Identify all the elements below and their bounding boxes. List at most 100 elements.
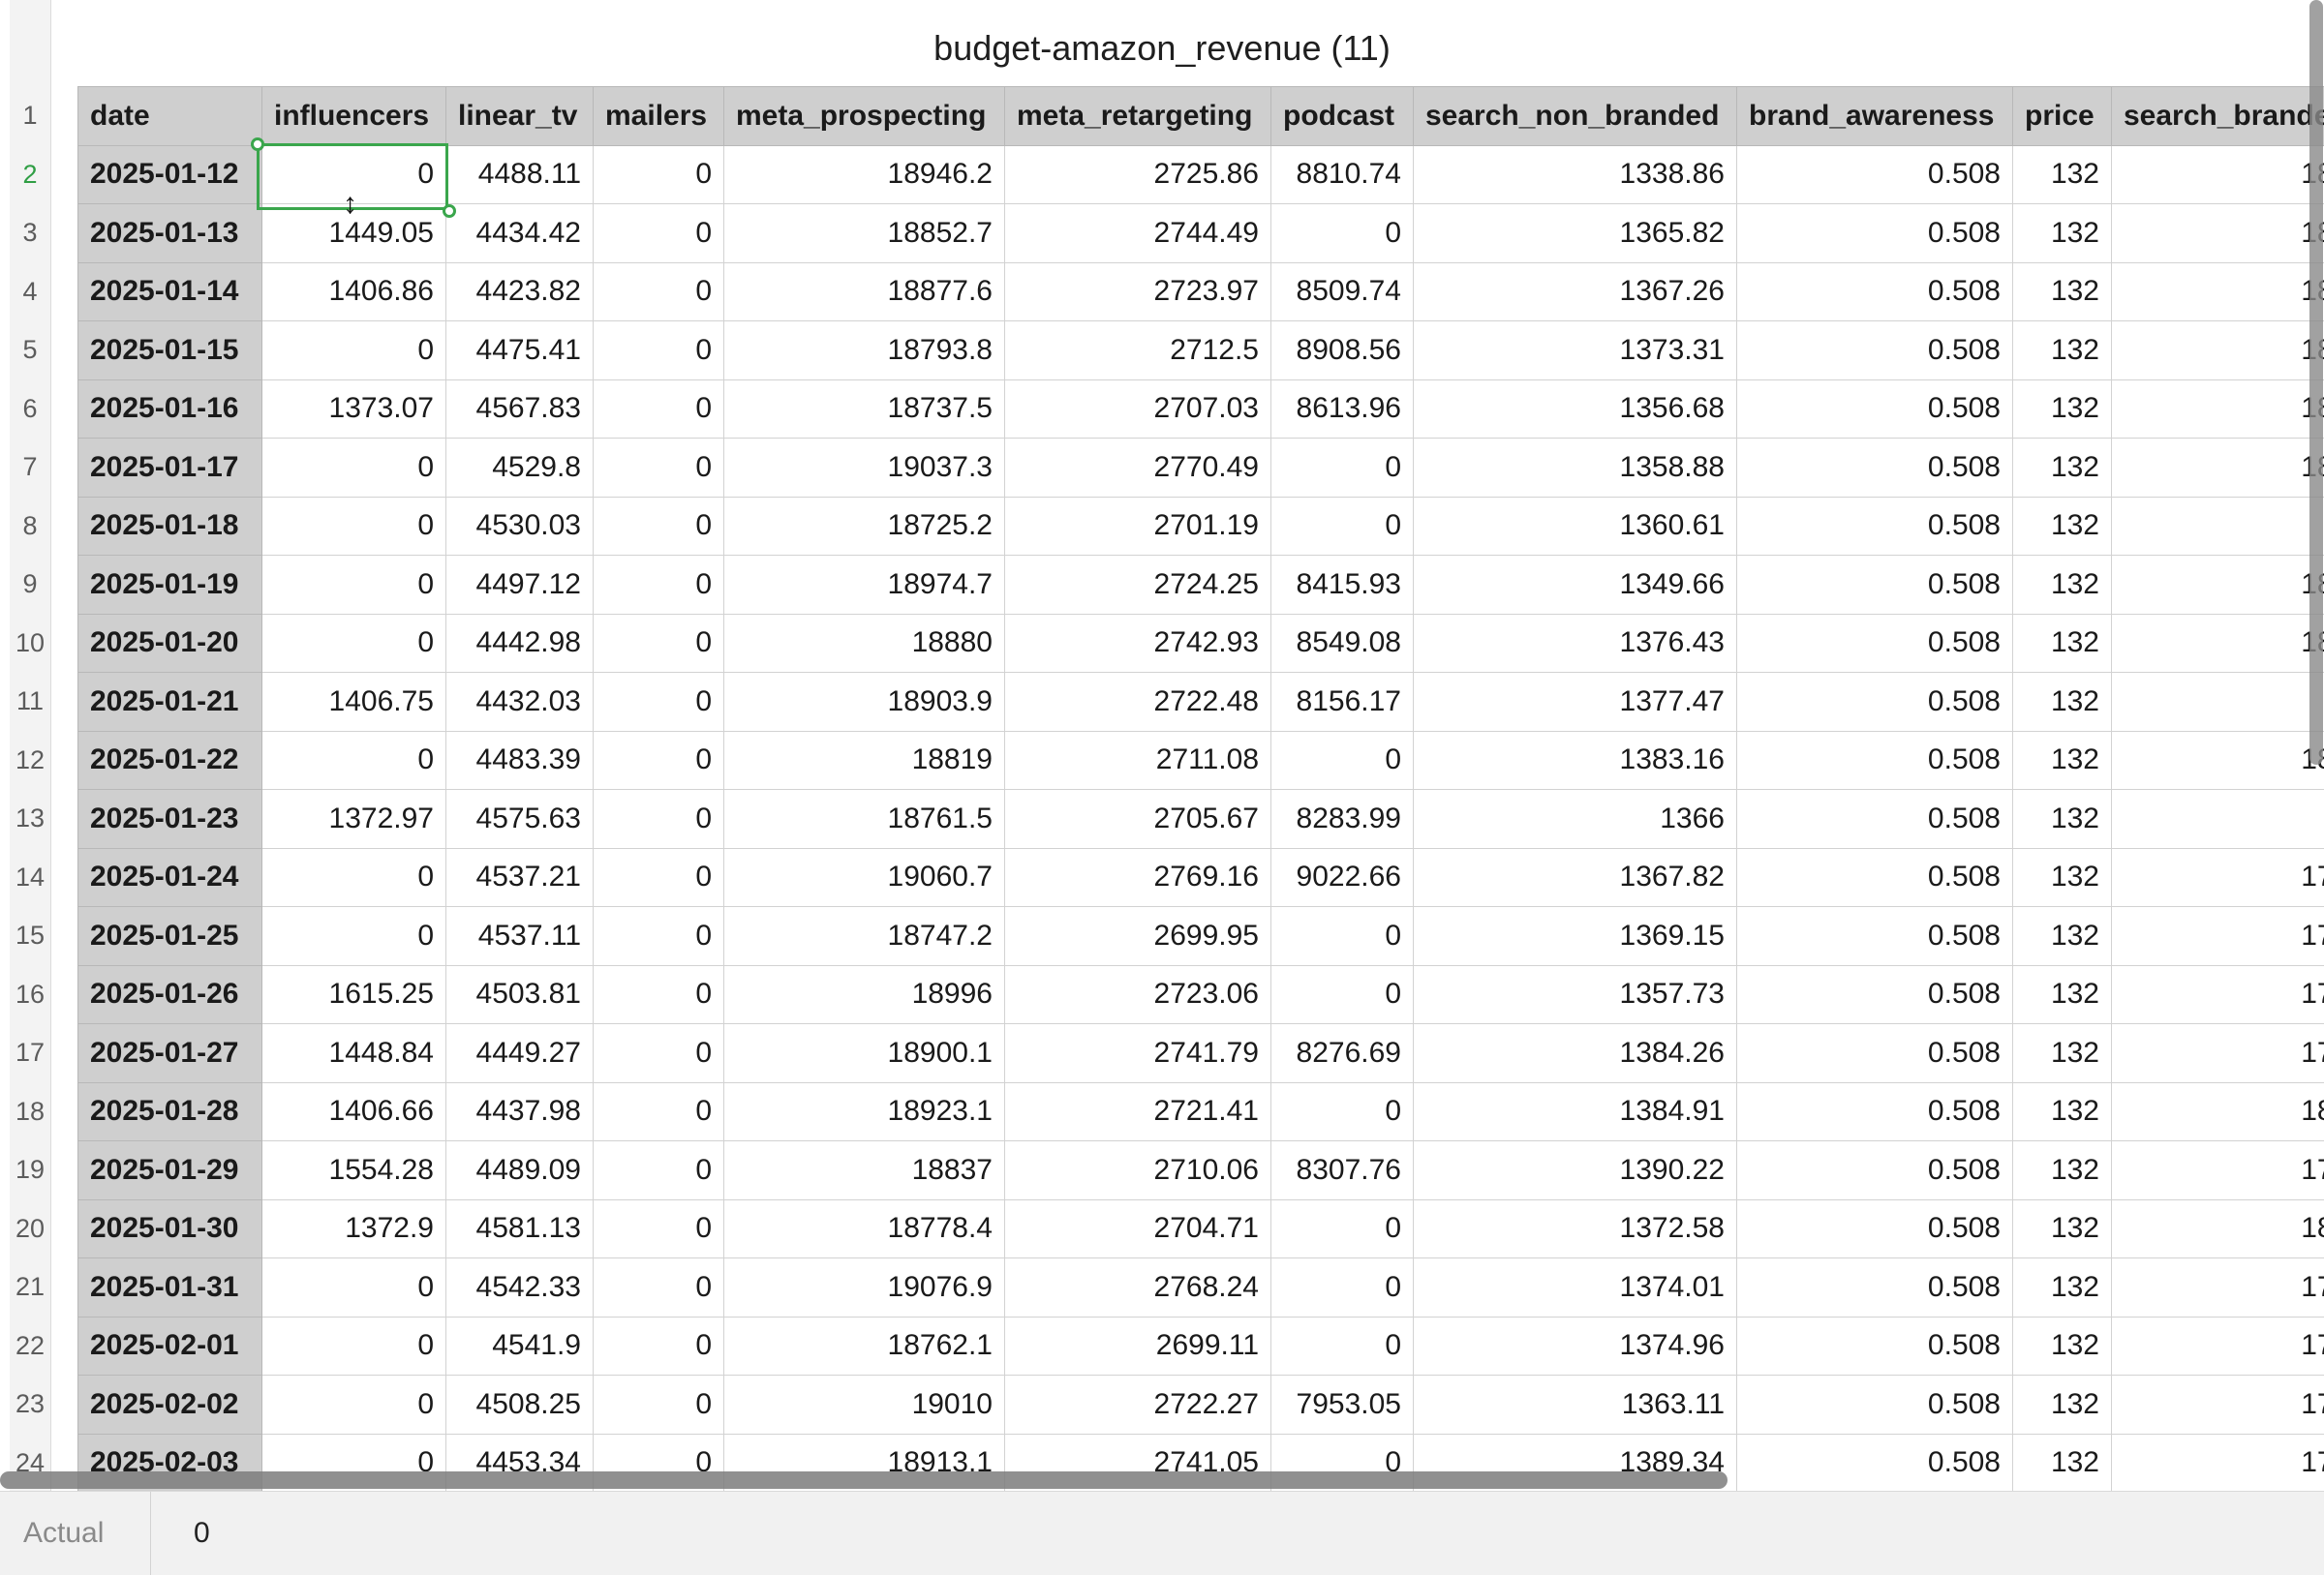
data-cell[interactable]: 2744.49 bbox=[1005, 204, 1271, 263]
column-header[interactable]: search_non_branded bbox=[1414, 87, 1737, 146]
data-cell[interactable]: 0 bbox=[262, 497, 446, 556]
data-cell[interactable]: 2704.71 bbox=[1005, 1199, 1271, 1258]
data-cell[interactable]: 18996 bbox=[724, 965, 1005, 1024]
data-cell[interactable]: 0.508 bbox=[1737, 965, 2013, 1024]
data-cell[interactable]: 0 bbox=[594, 204, 724, 263]
date-cell[interactable]: 2025-01-13 bbox=[78, 204, 262, 263]
data-cell[interactable]: 4537.11 bbox=[446, 907, 594, 966]
data-cell[interactable]: 0 bbox=[262, 556, 446, 615]
row-number[interactable]: 20 bbox=[10, 1199, 50, 1258]
data-cell[interactable]: 0 bbox=[1271, 1082, 1414, 1141]
data-cell[interactable]: 132 bbox=[2013, 1141, 2112, 1200]
data-cell[interactable]: 2770.49 bbox=[1005, 439, 1271, 498]
data-cell[interactable]: 132 bbox=[2013, 439, 2112, 498]
data-cell[interactable]: 1803.1 bbox=[2112, 1199, 2324, 1258]
data-cell[interactable]: 132 bbox=[2013, 965, 2112, 1024]
data-cell[interactable]: 1357.73 bbox=[1414, 965, 1737, 1024]
column-header[interactable]: brand_awareness bbox=[1737, 87, 2013, 146]
data-cell[interactable]: 1822.6 bbox=[2112, 379, 2324, 439]
data-cell[interactable]: 0 bbox=[594, 1317, 724, 1376]
data-cell[interactable]: 19037.3 bbox=[724, 439, 1005, 498]
data-cell[interactable]: 1406.86 bbox=[262, 262, 446, 321]
column-header[interactable]: meta_retargeting bbox=[1005, 87, 1271, 146]
data-cell[interactable]: 1384.91 bbox=[1414, 1082, 1737, 1141]
data-cell[interactable]: 132 bbox=[2013, 1258, 2112, 1318]
date-cell[interactable]: 2025-01-31 bbox=[78, 1258, 262, 1318]
row-number[interactable]: 5 bbox=[10, 320, 50, 379]
date-cell[interactable]: 2025-01-26 bbox=[78, 965, 262, 1024]
data-cell[interactable]: 0.508 bbox=[1737, 673, 2013, 732]
data-cell[interactable]: 4529.8 bbox=[446, 439, 594, 498]
data-cell[interactable]: 1374.96 bbox=[1414, 1317, 1737, 1376]
data-cell[interactable]: 8613.96 bbox=[1271, 379, 1414, 439]
data-cell[interactable]: 1448.84 bbox=[262, 1024, 446, 1083]
data-cell[interactable]: 1795.0 bbox=[2112, 1024, 2324, 1083]
data-cell[interactable]: 18761.5 bbox=[724, 790, 1005, 849]
data-cell[interactable]: 1804.4 bbox=[2112, 614, 2324, 673]
data-cell[interactable]: 1807.5 bbox=[2112, 1082, 2324, 1141]
data-cell[interactable]: 4449.27 bbox=[446, 1024, 594, 1083]
data-cell[interactable]: 0 bbox=[594, 497, 724, 556]
data-cell[interactable]: 4423.82 bbox=[446, 262, 594, 321]
spreadsheet-grid[interactable]: dateinfluencerslinear_tvmailersmeta_pros… bbox=[77, 86, 2324, 1491]
data-cell[interactable]: 18900.1 bbox=[724, 1024, 1005, 1083]
data-cell[interactable]: 0.508 bbox=[1737, 790, 2013, 849]
column-header[interactable]: meta_prospecting bbox=[724, 87, 1005, 146]
row-number[interactable]: 16 bbox=[10, 965, 50, 1024]
data-cell[interactable]: 2742.93 bbox=[1005, 614, 1271, 673]
column-header[interactable]: date bbox=[78, 87, 262, 146]
data-cell[interactable]: 0 bbox=[1271, 907, 1414, 966]
data-cell[interactable]: 18877.6 bbox=[724, 262, 1005, 321]
data-cell[interactable]: 0 bbox=[1271, 731, 1414, 790]
row-number[interactable]: 2 bbox=[10, 145, 50, 204]
data-cell[interactable]: 1349.66 bbox=[1414, 556, 1737, 615]
row-number[interactable]: 23 bbox=[10, 1375, 50, 1434]
date-cell[interactable]: 2025-01-27 bbox=[78, 1024, 262, 1083]
data-cell[interactable]: 2721.41 bbox=[1005, 1082, 1271, 1141]
data-cell[interactable]: 132 bbox=[2013, 731, 2112, 790]
data-cell[interactable]: 18974.7 bbox=[724, 556, 1005, 615]
date-cell[interactable]: 2025-01-16 bbox=[78, 379, 262, 439]
row-number[interactable]: 10 bbox=[10, 614, 50, 673]
data-cell[interactable]: 1360.61 bbox=[1414, 497, 1737, 556]
data-cell[interactable]: 0.508 bbox=[1737, 1082, 2013, 1141]
data-cell[interactable]: 2722.27 bbox=[1005, 1376, 1271, 1435]
row-number[interactable]: 8 bbox=[10, 497, 50, 556]
data-cell[interactable]: 0 bbox=[594, 1024, 724, 1083]
date-cell[interactable]: 2025-01-17 bbox=[78, 439, 262, 498]
data-cell[interactable]: 1383.16 bbox=[1414, 731, 1737, 790]
data-cell[interactable]: 2769.16 bbox=[1005, 848, 1271, 907]
data-cell[interactable]: 0 bbox=[262, 907, 446, 966]
data-cell[interactable]: 0.508 bbox=[1737, 262, 2013, 321]
data-cell[interactable]: 0 bbox=[1271, 497, 1414, 556]
row-number[interactable]: 18 bbox=[10, 1082, 50, 1141]
data-cell[interactable]: 0.508 bbox=[1737, 556, 2013, 615]
data-cell[interactable]: 0 bbox=[262, 439, 446, 498]
data-cell[interactable]: 2699.11 bbox=[1005, 1317, 1271, 1376]
data-cell[interactable]: 4530.03 bbox=[446, 497, 594, 556]
data-cell[interactable]: 2712.5 bbox=[1005, 321, 1271, 380]
data-cell[interactable]: 19076.9 bbox=[724, 1258, 1005, 1318]
data-cell[interactable]: 1366 bbox=[1414, 790, 1737, 849]
data-cell[interactable]: 0 bbox=[594, 379, 724, 439]
data-cell[interactable]: 4432.03 bbox=[446, 673, 594, 732]
date-cell[interactable]: 2025-01-25 bbox=[78, 907, 262, 966]
data-cell[interactable]: 1358.88 bbox=[1414, 439, 1737, 498]
data-cell[interactable]: 0 bbox=[594, 321, 724, 380]
data-cell[interactable]: 0 bbox=[1271, 439, 1414, 498]
data-cell[interactable]: 132 bbox=[2013, 907, 2112, 966]
column-header[interactable]: price bbox=[2013, 87, 2112, 146]
data-cell[interactable]: 1406.75 bbox=[262, 673, 446, 732]
data-cell[interactable]: 0.508 bbox=[1737, 1199, 2013, 1258]
data-cell[interactable]: 132 bbox=[2013, 790, 2112, 849]
data-cell[interactable]: 0.508 bbox=[1737, 731, 2013, 790]
selection-handle-bottom-right[interactable] bbox=[443, 204, 456, 218]
data-cell[interactable]: 1554.28 bbox=[262, 1141, 446, 1200]
data-cell[interactable]: 0 bbox=[262, 731, 446, 790]
data-cell[interactable]: 18762.1 bbox=[724, 1317, 1005, 1376]
data-cell[interactable]: 0.508 bbox=[1737, 1317, 2013, 1376]
data-cell[interactable]: 0 bbox=[594, 1376, 724, 1435]
date-cell[interactable]: 2025-02-01 bbox=[78, 1317, 262, 1376]
data-cell[interactable]: 132 bbox=[2013, 1434, 2112, 1491]
data-cell[interactable]: 0 bbox=[1271, 1199, 1414, 1258]
